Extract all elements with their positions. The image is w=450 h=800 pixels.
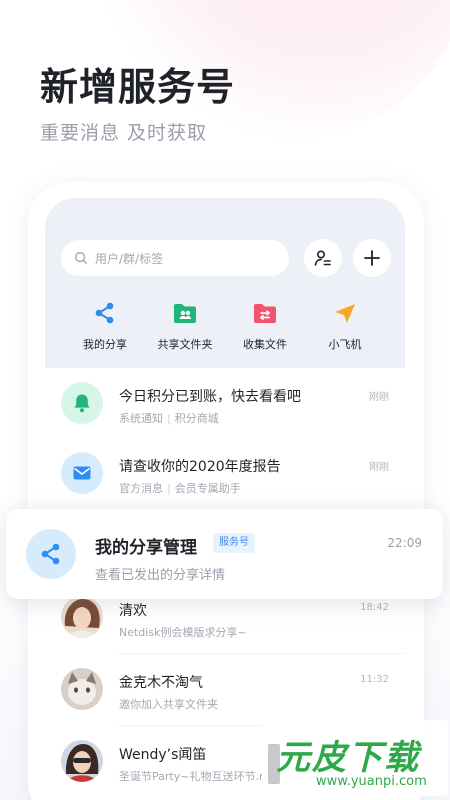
featured-subtitle: 查看已发出的分享详情	[95, 568, 226, 583]
message-title: 今日积分已到账，快去看看吧	[119, 389, 301, 405]
separator: |	[167, 482, 171, 495]
site-watermark: 元皮下载 www.yuanpi.com	[262, 720, 448, 796]
message-time: 刚刚	[369, 392, 389, 403]
watermark-brand: 元皮下载	[276, 738, 420, 778]
bell-icon	[74, 394, 90, 413]
message-source-primary: 系统通知	[119, 412, 163, 425]
share-icon	[41, 543, 60, 565]
featured-service-card[interactable]: 我的分享管理 服务号 查看已发出的分享详情 22:09	[6, 509, 443, 599]
message-time: 11:32	[360, 674, 389, 685]
message-preview: 邀你加入共享文件夹	[119, 698, 218, 711]
add-button[interactable]	[353, 239, 391, 277]
message-preview: 圣诞节Party~礼物互送环节.m	[119, 770, 270, 783]
list-item[interactable]: 今日积分已到账，快去看看吧 系统通知 | 积分商城 刚刚	[45, 368, 405, 440]
share-avatar	[26, 529, 76, 579]
message-title: 清欢	[119, 603, 147, 619]
message-source-primary: 官方消息	[119, 482, 163, 495]
quick-action-label: 收集文件	[243, 338, 287, 351]
message-source: 官方消息 | 会员专属助手	[119, 480, 241, 496]
collect-folder-icon	[254, 304, 276, 323]
avatar	[61, 668, 103, 710]
featured-time: 22:09	[387, 536, 422, 550]
message-title: 金克木不淘气	[119, 675, 203, 691]
promo-headline: 新增服务号	[40, 65, 236, 109]
message-source-secondary: 会员专属助手	[174, 482, 241, 495]
separator: |	[167, 412, 171, 425]
paper-plane-icon	[335, 304, 355, 323]
quick-action-shared-folder[interactable]: 共享文件夹	[143, 300, 227, 352]
search-placeholder: 用户/群/标签	[95, 251, 164, 266]
shared-folder-icon	[174, 304, 196, 323]
promo-subline: 重要消息 及时获取	[40, 122, 208, 144]
message-time: 刚刚	[369, 462, 389, 473]
mail-icon	[73, 466, 91, 480]
bell-avatar	[61, 382, 103, 424]
quick-action-my-share[interactable]: 我的分享	[63, 300, 147, 352]
message-source-secondary: 积分商城	[174, 412, 219, 425]
service-badge: 服务号	[213, 533, 255, 553]
list-item[interactable]: 金克木不淘气 邀你加入共享文件夹 11:32	[45, 654, 405, 726]
contacts-icon	[314, 250, 331, 266]
phone-screen: 用户/群/标签 我的分享 共享文件夹 收集文件 小飞机 今日积分已到账，快去看看…	[45, 198, 405, 800]
share-icon	[95, 302, 114, 324]
avatar	[61, 596, 103, 638]
mail-avatar	[61, 452, 103, 494]
search-bar[interactable]: 用户/群/标签	[61, 240, 289, 276]
message-source: 系统通知 | 积分商城	[119, 410, 219, 426]
contacts-button[interactable]	[304, 239, 342, 277]
quick-action-label: 小飞机	[328, 338, 362, 351]
list-item[interactable]: 请查收你的2020年度报告 官方消息 | 会员专属助手 刚刚	[45, 438, 405, 510]
avatar	[61, 740, 103, 782]
search-icon	[75, 252, 87, 264]
message-title: Wendy’s闻笛	[119, 747, 207, 763]
plus-icon	[364, 250, 380, 266]
quick-action-label: 我的分享	[83, 338, 127, 351]
message-title: 请查收你的2020年度报告	[119, 459, 281, 475]
watermark-url: www.yuanpi.com	[316, 774, 427, 789]
message-time: 18:42	[360, 602, 389, 613]
quick-action-label: 共享文件夹	[157, 338, 213, 351]
featured-title: 我的分享管理	[95, 538, 197, 558]
quick-action-paper-plane[interactable]: 小飞机	[303, 300, 387, 352]
message-preview: Netdisk例会模版求分享~	[119, 626, 247, 639]
quick-action-collect-files[interactable]: 收集文件	[223, 300, 307, 352]
